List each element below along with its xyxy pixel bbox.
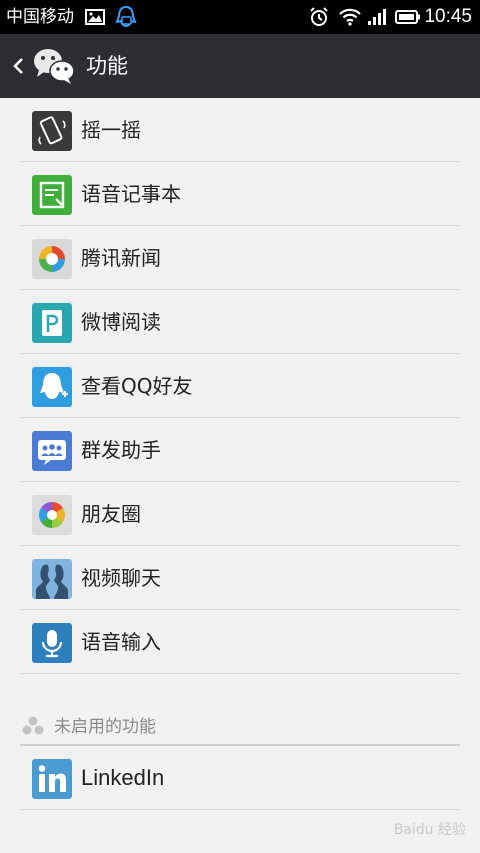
feature-row-voice-notepad[interactable]: 语音记事本 [20,162,460,226]
qq-friends-icon [32,367,72,407]
feature-row-moments[interactable]: 朋友圈 [20,482,460,546]
feature-label: 语音输入 [81,630,161,654]
weibo-reading-icon [32,303,72,343]
feature-label: 群发助手 [81,438,161,462]
alarm-icon [308,6,330,28]
section-label: 未启用的功能 [54,717,156,737]
feature-row-video-chat[interactable]: 视频聊天 [20,546,460,610]
feature-label: 查看QQ好友 [81,374,193,398]
feature-row-broadcast-assistant[interactable]: 群发助手 [20,418,460,482]
linkedin-icon [32,759,72,799]
feature-row-tencent-news[interactable]: 腾讯新闻 [20,226,460,290]
moments-icon [32,495,72,535]
image-icon [84,6,106,28]
voice-notepad-icon [32,175,72,215]
feature-label: 朋友圈 [81,502,141,526]
disabled-features-list: LinkedIn [20,746,460,810]
clock: 10:45 [424,6,472,27]
feature-row-shake[interactable]: 摇一摇 [20,98,460,162]
feature-label: 腾讯新闻 [81,246,161,270]
feature-label: 语音记事本 [81,182,181,206]
tencent-news-icon [32,239,72,279]
broadcast-assistant-icon [32,431,72,471]
qq-notification-icon [114,5,138,28]
watermark: Baidu 经验 [393,822,466,838]
enabled-features-list: 摇一摇 语音记事本 腾讯新闻 微博阅读 查看QQ好友 群发助手 朋友圈 视频聊天… [20,98,460,674]
page-title: 功能 [86,54,128,78]
feature-row-linkedin[interactable]: LinkedIn [20,746,460,810]
feature-row-voice-input[interactable]: 语音输入 [20,610,460,674]
wechat-logo-icon [32,46,76,86]
chevron-left-icon[interactable] [10,50,26,82]
action-bar: 功能 [0,34,480,98]
feature-label: LinkedIn [81,765,165,790]
feature-label: 微博阅读 [81,310,161,334]
voice-input-icon [32,623,72,663]
feature-label: 视频聊天 [81,566,161,590]
feature-row-weibo-reading[interactable]: 微博阅读 [20,290,460,354]
shake-icon [32,111,72,151]
video-chat-icon [32,559,72,599]
carrier-name: 中国移动 [6,7,74,27]
battery-icon [394,6,422,28]
feature-row-qq-friends[interactable]: 查看QQ好友 [20,354,460,418]
status-bar: 中国移动 10:45 [0,0,480,34]
disabled-features-header: 未启用的功能 [20,712,460,746]
feature-label: 摇一摇 [81,118,141,142]
disabled-features-icon [22,716,44,736]
signal-icon [366,6,388,28]
wifi-icon [338,6,362,28]
